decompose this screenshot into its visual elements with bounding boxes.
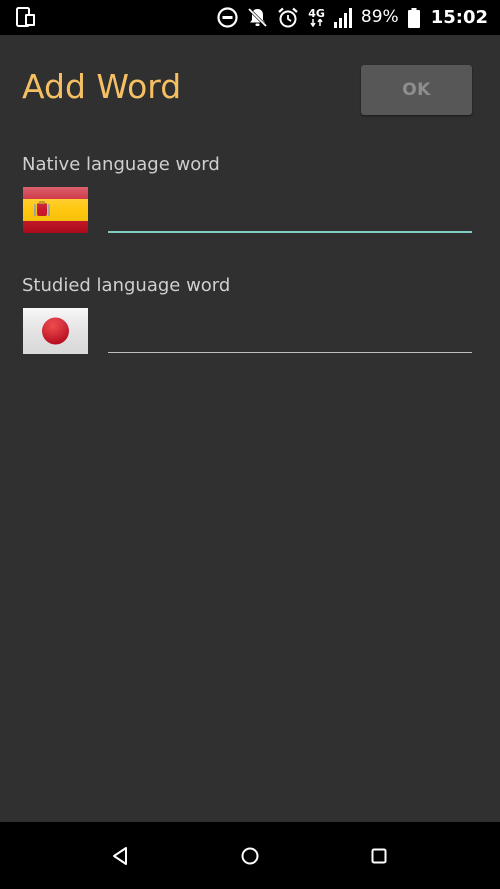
studied-word-label: Studied language word [22, 275, 231, 296]
native-word-input[interactable] [108, 195, 472, 231]
battery-icon [407, 7, 420, 28]
back-icon[interactable] [106, 842, 134, 870]
ok-button[interactable]: OK [361, 65, 472, 115]
navigation-bar [0, 822, 500, 889]
native-word-label: Native language word [22, 154, 220, 175]
page-title: Add Word [22, 67, 182, 106]
signal-icon [333, 7, 352, 28]
studied-word-underline [108, 352, 472, 353]
device-icon [16, 7, 36, 28]
battery-percent: 89% [360, 7, 399, 27]
alarm-icon [277, 7, 299, 29]
status-bar: 4G 89% 15:02 [0, 0, 500, 35]
dnd-icon [217, 7, 238, 28]
home-icon[interactable] [236, 842, 264, 870]
studied-word-input[interactable] [108, 316, 472, 352]
spain-flag-icon [23, 187, 88, 233]
network-4g-icon: 4G [308, 8, 325, 27]
notifications-off-icon [247, 7, 268, 28]
native-word-underline [108, 231, 472, 233]
japan-flag-icon [23, 308, 88, 354]
recents-icon[interactable] [365, 842, 393, 870]
clock: 15:02 [430, 6, 488, 28]
